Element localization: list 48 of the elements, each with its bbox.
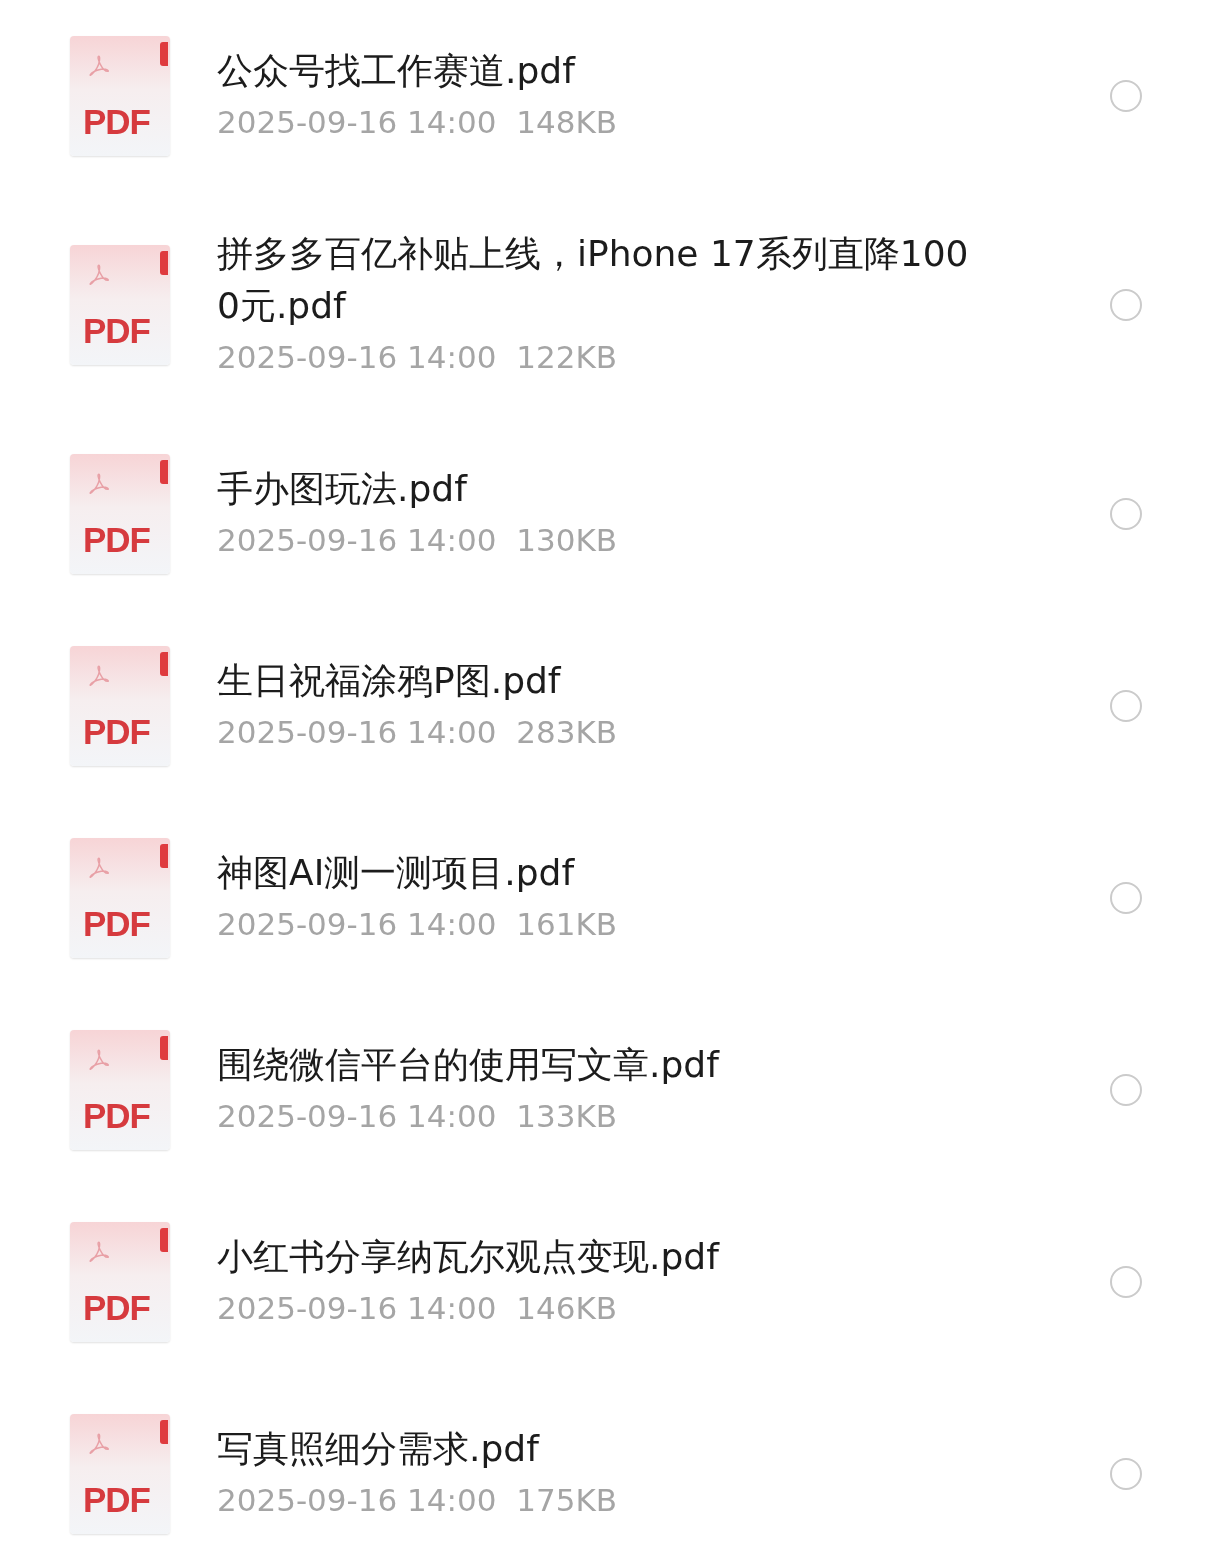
pdf-file-icon: PDF (70, 1414, 170, 1534)
select-radio[interactable] (1110, 289, 1142, 321)
file-row[interactable]: PDF 手办图玩法.pdf 2025-09-16 14:00 130KB (0, 418, 1220, 610)
select-radio[interactable] (1110, 882, 1142, 914)
file-name: 小红书分享纳瓦尔观点变现.pdf (217, 1235, 721, 1279)
select-radio[interactable] (1110, 1074, 1142, 1106)
file-date: 2025-09-16 14:00 (217, 906, 497, 942)
file-row[interactable]: PDF 写真照细分需求.pdf 2025-09-16 14:00 175KB (0, 1378, 1220, 1545)
file-name: 围绕微信平台的使用写文章.pdf (217, 1043, 721, 1087)
select-radio[interactable] (1110, 1266, 1142, 1298)
file-name: 生日祝福涂鸦P图.pdf (217, 659, 562, 703)
file-size: 283KB (516, 714, 618, 750)
select-radio[interactable] (1110, 690, 1142, 722)
pdf-file-icon: PDF (70, 1030, 170, 1150)
select-radio[interactable] (1110, 80, 1142, 112)
file-size: 175KB (516, 1482, 618, 1518)
file-size: 161KB (516, 906, 618, 942)
file-date: 2025-09-16 14:00 (217, 339, 497, 375)
file-size: 146KB (516, 1290, 618, 1326)
pdf-file-icon: PDF (70, 838, 170, 958)
file-name: 拼多多百亿补贴上线，iPhone 17系列直降1000元.pdf (217, 232, 970, 328)
file-date: 2025-09-16 14:00 (217, 714, 497, 750)
file-name: 写真照细分需求.pdf (217, 1427, 541, 1471)
file-name: 神图AI测一测项目.pdf (217, 851, 576, 895)
file-date: 2025-09-16 14:00 (217, 1098, 497, 1134)
file-name: 公众号找工作赛道.pdf (217, 49, 577, 93)
file-date: 2025-09-16 14:00 (217, 1482, 497, 1518)
file-row[interactable]: PDF 神图AI测一测项目.pdf 2025-09-16 14:00 161KB (0, 802, 1220, 994)
file-size: 148KB (516, 104, 618, 140)
pdf-file-icon: PDF (70, 36, 170, 156)
file-date: 2025-09-16 14:00 (217, 104, 497, 140)
pdf-file-icon: PDF (70, 1222, 170, 1342)
file-row[interactable]: PDF 公众号找工作赛道.pdf 2025-09-16 14:00 148KB (0, 0, 1220, 192)
select-radio[interactable] (1110, 1458, 1142, 1490)
pdf-file-icon: PDF (70, 245, 170, 365)
file-row[interactable]: PDF 生日祝福涂鸦P图.pdf 2025-09-16 14:00 283KB (0, 610, 1220, 802)
pdf-file-icon: PDF (70, 646, 170, 766)
pdf-file-icon: PDF (70, 454, 170, 574)
file-row[interactable]: PDF 拼多多百亿补贴上线，iPhone 17系列直降1000元.pdf 2025-09-16 14:00 122KB (0, 192, 1220, 418)
file-name: 手办图玩法.pdf (217, 467, 469, 511)
select-radio[interactable] (1110, 498, 1142, 530)
file-size: 130KB (516, 522, 618, 558)
file-size: 133KB (516, 1098, 618, 1134)
file-row[interactable]: PDF 围绕微信平台的使用写文章.pdf 2025-09-16 14:00 133KB (0, 994, 1220, 1186)
file-date: 2025-09-16 14:00 (217, 522, 497, 558)
file-date: 2025-09-16 14:00 (217, 1290, 497, 1326)
file-size: 122KB (516, 339, 618, 375)
file-row[interactable]: PDF 小红书分享纳瓦尔观点变现.pdf 2025-09-16 14:00 146KB (0, 1186, 1220, 1378)
